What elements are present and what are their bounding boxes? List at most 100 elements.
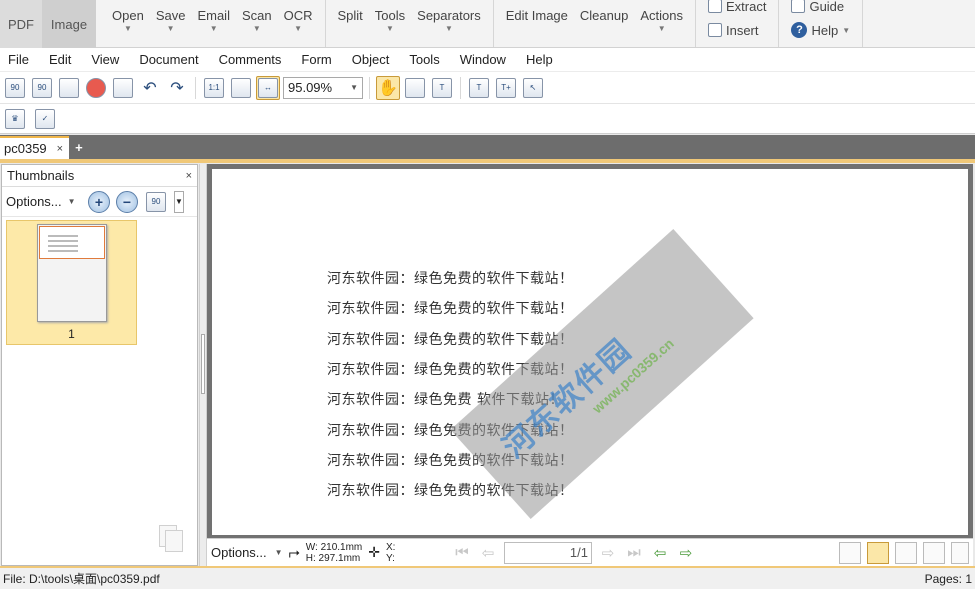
fit-page-button[interactable]	[229, 76, 253, 100]
tools-button[interactable]: Tools ▼	[369, 0, 411, 47]
last-page-button[interactable]: ⏭	[624, 543, 644, 563]
cleanup-button[interactable]: Cleanup	[574, 0, 634, 47]
fullscreen-button[interactable]	[951, 541, 969, 564]
ribbon-tab-pdf[interactable]: PDF	[0, 0, 42, 48]
pages-stack-icon	[159, 525, 185, 553]
thumbnail-item[interactable]: 1	[6, 220, 137, 345]
continuous-view-button[interactable]	[867, 541, 889, 564]
cursor-x: X:	[386, 541, 396, 553]
edit-text-button[interactable]: T	[467, 76, 491, 100]
zoom-out-button[interactable]: −	[116, 190, 138, 213]
rotate-left-button[interactable]: 90	[3, 76, 27, 100]
tools-label: Tools	[374, 8, 406, 23]
snapshot-button[interactable]	[403, 76, 427, 100]
redo-button[interactable]: ↷	[165, 76, 189, 100]
previous-view-button[interactable]: ⇦	[650, 543, 670, 563]
insert-button[interactable]: Insert	[707, 18, 766, 42]
rotate-right-icon: 90	[32, 77, 52, 98]
zoom-in-button[interactable]: +	[88, 190, 110, 213]
view-options-button[interactable]: Options... ▼	[211, 545, 283, 560]
previous-page-button[interactable]: ⇦	[478, 543, 498, 563]
hand-tool-button[interactable]: ✋	[376, 75, 400, 100]
facing-view-button[interactable]	[895, 541, 917, 564]
menu-form[interactable]: Form	[301, 52, 331, 67]
properties-button[interactable]	[111, 76, 135, 100]
ribbon-tab-image[interactable]: Image	[42, 0, 96, 48]
menu-help[interactable]: Help	[526, 52, 553, 67]
email-button[interactable]: Email ▼	[191, 0, 236, 47]
undo-button[interactable]: ↶	[138, 76, 162, 100]
thumbnails-options-button[interactable]: Options... ▼	[6, 194, 82, 209]
menu-tools[interactable]: Tools	[409, 52, 439, 67]
document-tab[interactable]: pc0359 ×	[0, 136, 70, 159]
minus-icon: −	[122, 193, 132, 210]
actual-size-button[interactable]: 1:1	[202, 76, 226, 100]
page-number-field[interactable]: 1/1	[504, 541, 592, 564]
menu-view[interactable]: View	[91, 52, 119, 67]
close-icon[interactable]: ×	[57, 143, 63, 155]
pages-small-buttons: Extract Insert	[702, 0, 772, 47]
menu-document[interactable]: Document	[139, 52, 198, 67]
ribbon-group-pages: Extract Insert	[696, 0, 780, 47]
thumbnails-header: Thumbnails ×	[2, 165, 197, 187]
rotate-thumbnail-button[interactable]: 90	[144, 190, 168, 214]
new-tab-button[interactable]: +	[69, 136, 89, 159]
panel-splitter[interactable]	[199, 164, 207, 566]
menu-file[interactable]: File	[8, 52, 29, 67]
separators-button[interactable]: Separators ▼	[411, 0, 487, 47]
document-page[interactable]: 河东软件园：绿色免费的软件下载站！ 河东软件园：绿色免费的软件下载站！ 河东软件…	[212, 169, 968, 535]
extract-button[interactable]: Extract	[707, 0, 766, 18]
edit-image-button[interactable]: Edit Image	[500, 0, 574, 47]
rotate-right-button[interactable]: 90	[30, 76, 54, 100]
select-object-button[interactable]: ↖	[521, 76, 545, 100]
cleanup-label: Cleanup	[579, 8, 629, 23]
checklist-button[interactable]: ✓	[33, 107, 57, 131]
printer-icon	[59, 77, 79, 98]
print-button[interactable]	[57, 76, 81, 100]
next-page-button[interactable]: ⇨	[598, 543, 618, 563]
splitter-grip[interactable]	[201, 334, 205, 394]
ocr-button[interactable]: OCR ▼	[278, 0, 319, 47]
continuous-facing-view-button[interactable]	[923, 541, 945, 564]
plus-icon: +	[94, 193, 104, 210]
certify-button[interactable]	[84, 76, 108, 100]
help-button[interactable]: ? Help ▼	[791, 18, 850, 42]
actions-button[interactable]: Actions ▼	[634, 0, 689, 47]
add-text-button[interactable]: T+	[494, 76, 518, 100]
single-page-view-button[interactable]	[839, 541, 861, 564]
select-text-button[interactable]: T	[430, 76, 454, 100]
close-icon[interactable]: ×	[186, 170, 192, 182]
select-object-icon: ↖	[523, 77, 543, 98]
ribbon-award-icon	[86, 77, 106, 98]
thumbnail-text-line	[48, 235, 78, 237]
document-properties-icon	[113, 77, 133, 98]
thumbnails-more-button[interactable]: ▼	[174, 190, 184, 213]
thumbnail-visible-area[interactable]	[39, 226, 105, 259]
split-button[interactable]: Split	[332, 0, 369, 47]
zoom-select[interactable]: 95.09% ▼	[283, 76, 363, 99]
next-view-button[interactable]: ⇨	[676, 543, 696, 563]
fit-width-button[interactable]: ↔	[256, 75, 280, 100]
document-text-line: 河东软件园：绿色免费的软件下载站！	[327, 301, 574, 317]
thumbnail-text-line	[48, 250, 78, 252]
actual-size-icon: 1:1	[204, 77, 224, 98]
chevron-down-icon: ▼	[166, 24, 175, 33]
menu-comments[interactable]: Comments	[219, 52, 282, 67]
guide-button[interactable]: Guide	[791, 0, 850, 18]
save-button[interactable]: Save ▼	[150, 0, 192, 47]
menu-edit[interactable]: Edit	[49, 52, 71, 67]
crown-button[interactable]: ♛	[3, 107, 27, 131]
menu-object[interactable]: Object	[352, 52, 390, 67]
page-number-value: 1/1	[569, 545, 588, 560]
separators-label: Separators	[417, 8, 481, 23]
thumbnails-panel: Thumbnails × Options... ▼ + − 90 ▼ 1	[1, 164, 198, 566]
zoom-value: 95.09%	[288, 80, 333, 95]
scan-button[interactable]: Scan ▼	[236, 0, 278, 47]
first-page-button[interactable]: ⏮	[452, 543, 472, 563]
page-dimensions: W: 210.1mm H: 297.1mm	[306, 542, 363, 564]
chevron-down-icon: ▼	[350, 83, 358, 92]
separator	[195, 76, 196, 99]
menu-window[interactable]: Window	[460, 52, 506, 67]
page-height: H: 297.1mm	[305, 552, 361, 564]
open-button[interactable]: Open ▼	[106, 0, 150, 47]
